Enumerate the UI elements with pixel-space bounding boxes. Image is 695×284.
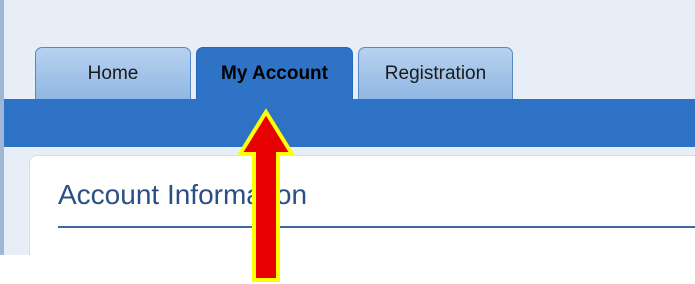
tab-my-account[interactable]: My Account	[196, 47, 353, 100]
account-information-panel: Account Information	[29, 155, 695, 255]
tab-bar: Home My Account Registration	[4, 0, 695, 100]
tab-home[interactable]: Home	[35, 47, 191, 100]
title-divider	[58, 226, 695, 228]
tab-home-label: Home	[87, 63, 139, 84]
tab-my-account-label: My Account	[221, 63, 328, 84]
tab-registration-label: Registration	[384, 63, 487, 84]
tab-registration[interactable]: Registration	[358, 47, 513, 100]
app-frame: Home My Account Registration Account Inf…	[0, 0, 695, 255]
nav-bar	[4, 99, 695, 147]
up-arrow-icon	[236, 108, 296, 282]
